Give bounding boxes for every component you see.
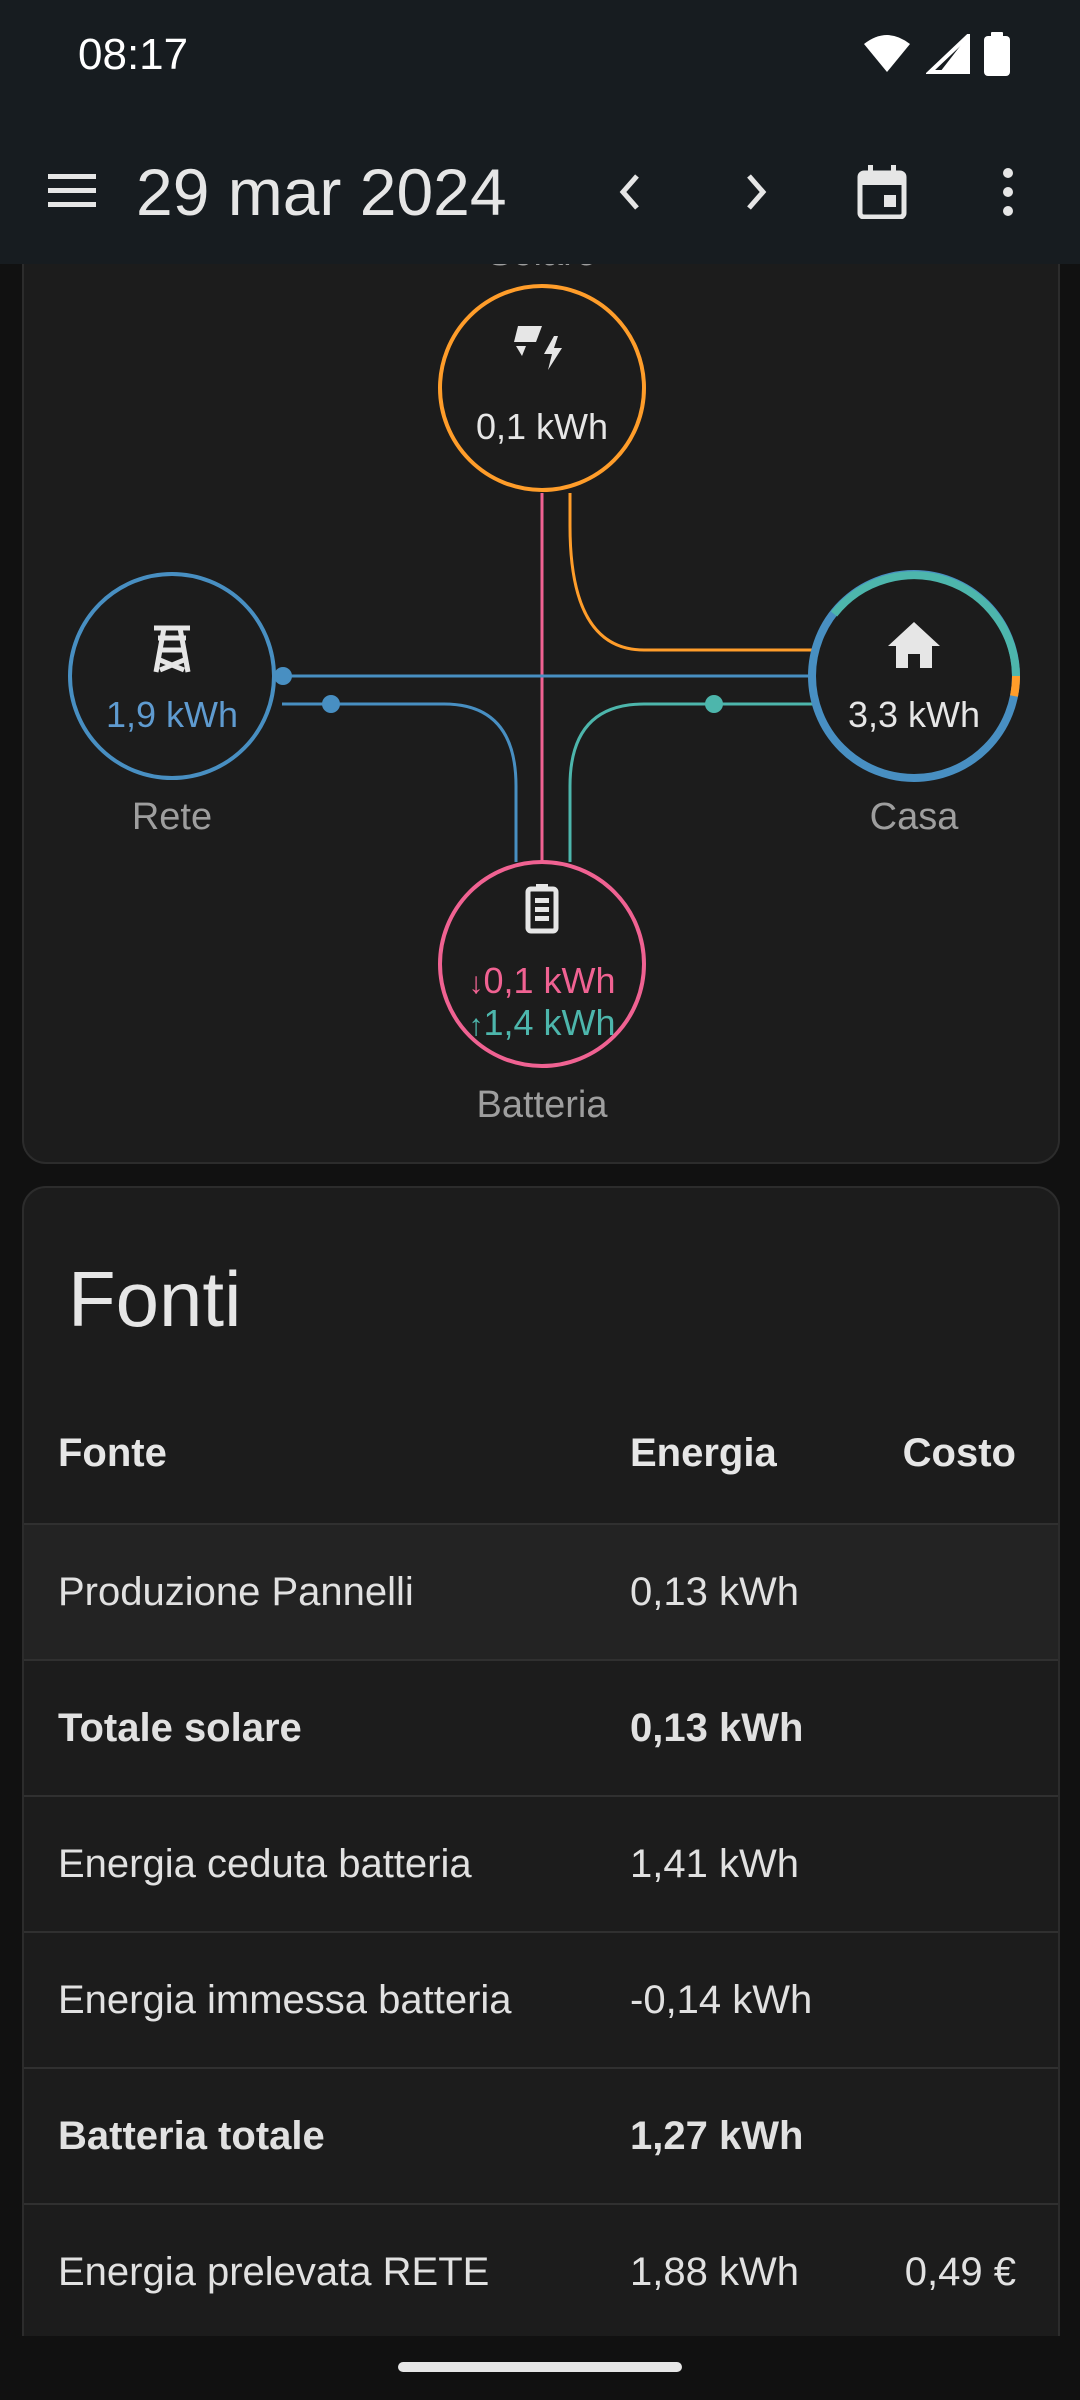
cell-signal-icon — [926, 34, 970, 74]
table-row: Batteria totale 1,27 kWh — [24, 2068, 1058, 2204]
app-bar: 29 mar 2024 — [0, 118, 1080, 264]
table-header-row: Fonte Energia Costo — [24, 1384, 1058, 1524]
row-energy: 1,41 kWh — [630, 1841, 799, 1886]
grid-value: 1,9 kWh — [105, 694, 239, 735]
row-cost — [900, 2068, 1058, 2204]
energy-distribution-card: Solare 0,1 kWh 1,9 kWh Rete 3,3 kWh Casa… — [22, 264, 1060, 1164]
grid-node — [68, 572, 276, 780]
row-energy: 1,88 kWh — [630, 2249, 799, 2294]
battery-home-dot — [705, 695, 723, 713]
chevron-left-icon[interactable] — [600, 162, 660, 222]
solar-value: 0,1 kWh — [475, 406, 609, 447]
solar-label: Solare — [422, 264, 662, 275]
row-source: Totale solare — [58, 1705, 302, 1750]
column-header-cost: Costo — [902, 1431, 1016, 1475]
home-value: 3,3 kWh — [847, 694, 981, 735]
battery-out-value: ↑1,4 kWh — [468, 1002, 616, 1043]
home-label: Casa — [869, 796, 959, 838]
grid-home-dot — [274, 667, 292, 685]
row-energy: 0,13 kWh — [630, 1569, 799, 1614]
grid-battery-dot — [322, 695, 340, 713]
sources-table: Fonte Energia Costo Produzione Pannelli … — [24, 1384, 1058, 2336]
date-title[interactable]: 29 mar 2024 — [136, 154, 507, 230]
wifi-icon — [864, 35, 910, 72]
row-source: Energia prelevata RETE — [58, 2249, 490, 2294]
home-gesture-handle[interactable] — [398, 2362, 682, 2372]
column-header-source: Fonte — [58, 1431, 167, 1475]
status-time: 08:17 — [78, 30, 189, 79]
status-icons — [862, 32, 1010, 76]
row-cost — [900, 1524, 1058, 1660]
row-source: Batteria totale — [58, 2113, 325, 2158]
solar-home-line — [568, 493, 812, 652]
table-row[interactable]: Energia prelevata RETE 1,88 kWh 0,49 € — [24, 2204, 1058, 2336]
battery-status-icon — [984, 32, 1010, 76]
row-cost — [900, 1660, 1058, 1796]
column-header-energy: Energia — [630, 1431, 777, 1475]
calendar-icon[interactable] — [852, 162, 912, 222]
battery-home-line — [568, 702, 814, 862]
more-vert-icon[interactable] — [978, 162, 1038, 222]
arrow-up-icon: ↑ — [468, 1009, 484, 1042]
row-energy: 0,13 kWh — [630, 1705, 804, 1750]
solar-node — [438, 284, 646, 492]
arrow-down-icon: ↓ — [468, 967, 484, 1000]
table-row[interactable]: Energia ceduta batteria 1,41 kWh — [24, 1796, 1058, 1932]
chevron-right-icon[interactable] — [726, 162, 786, 222]
grid-label: Rete — [131, 796, 213, 838]
home-ring-solar-segment — [1010, 675, 1020, 697]
grid-battery-line — [282, 702, 518, 862]
row-cost — [900, 1932, 1058, 2068]
status-bar: 08:17 — [0, 0, 1080, 118]
row-energy: 1,27 kWh — [630, 2113, 804, 2158]
battery-label: Batteria — [476, 1084, 608, 1126]
table-row: Totale solare 0,13 kWh — [24, 1660, 1058, 1796]
row-energy: -0,14 kWh — [630, 1977, 813, 2022]
hamburger-menu-icon[interactable] — [46, 170, 98, 215]
sources-title: Fonti — [68, 1255, 242, 1343]
row-cost: 0,49 € — [904, 2249, 1016, 2294]
row-cost — [900, 1796, 1058, 1932]
table-row[interactable]: Produzione Pannelli 0,13 kWh — [24, 1524, 1058, 1660]
row-source: Energia immessa batteria — [58, 1977, 512, 2022]
sources-card: Fonti Fonte Energia Costo Produzione Pan… — [22, 1186, 1060, 2336]
row-source: Produzione Pannelli — [58, 1569, 414, 1614]
battery-in-value: ↓0,1 kWh — [468, 960, 616, 1001]
content-scroll[interactable]: Solare 0,1 kWh 1,9 kWh Rete 3,3 kWh Casa… — [0, 264, 1080, 2336]
table-row[interactable]: Energia immessa batteria -0,14 kWh — [24, 1932, 1058, 2068]
row-source: Energia ceduta batteria — [58, 1841, 472, 1886]
